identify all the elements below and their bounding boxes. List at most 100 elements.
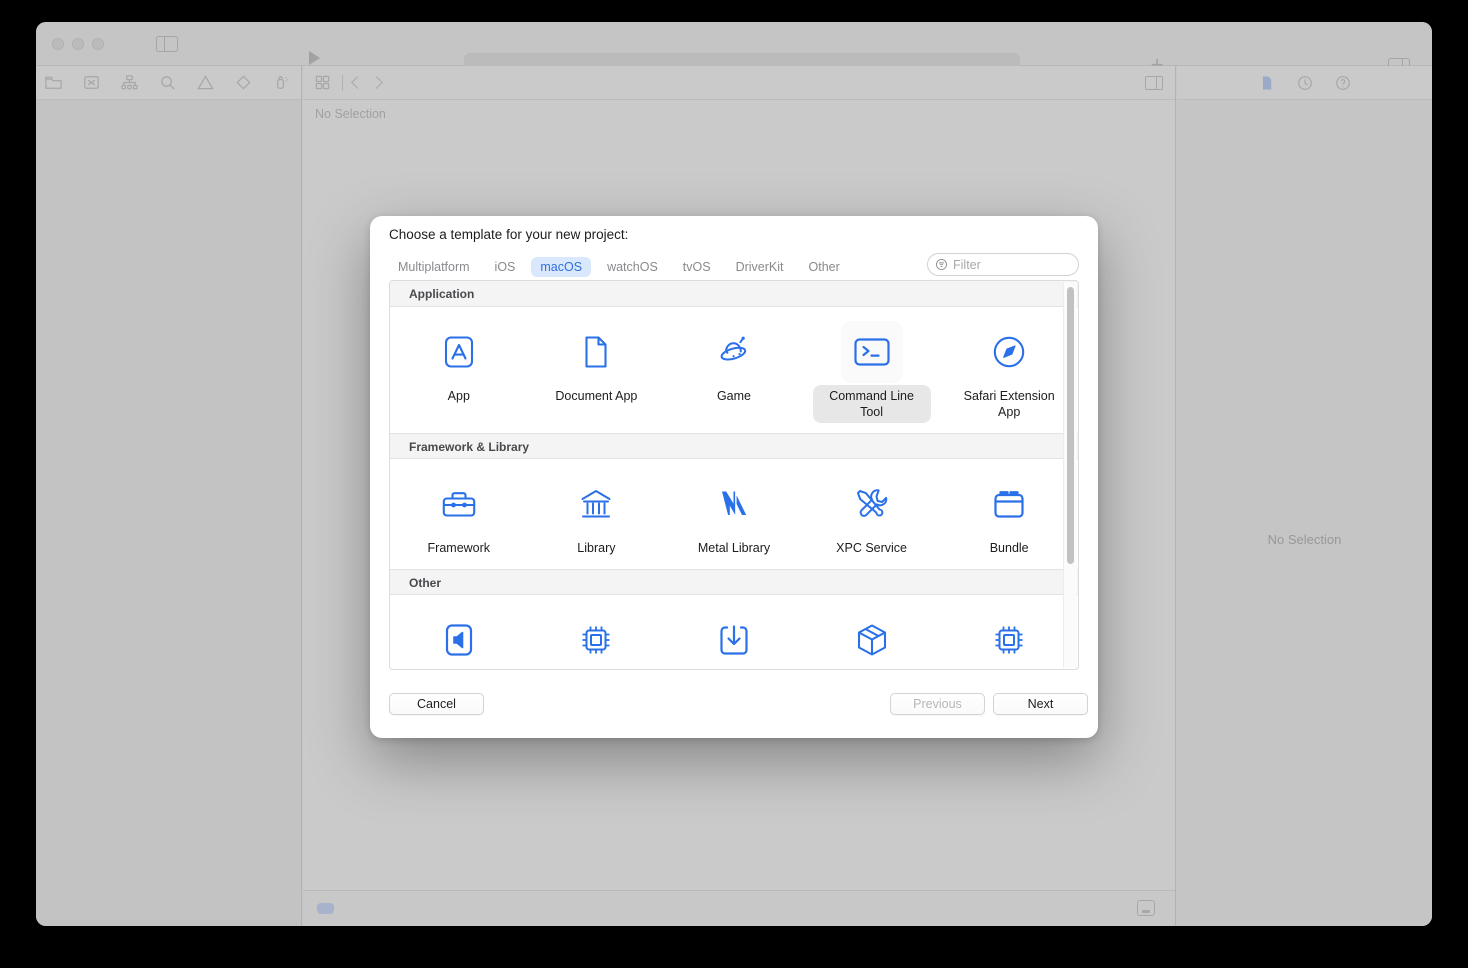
template-tile-app[interactable]: App [390,321,528,423]
bank-columns-icon [579,488,613,520]
template-label-app: App [437,385,481,407]
folder-icon[interactable] [44,73,63,92]
chip-icon-wrap-1 [565,609,627,670]
inspector-panel: No Selection [1177,66,1432,926]
metal-m-icon-wrap [703,473,765,535]
build-status-pill[interactable] [317,903,334,914]
editor-no-selection-label: No Selection [315,102,386,126]
template-tile-command-line-tool[interactable]: Command Line Tool [803,321,941,423]
metal-m-icon [717,488,751,520]
template-list-scrollbar[interactable] [1063,282,1077,668]
jump-bar-divider [342,75,343,91]
platform-tab-bar: Multiplatform iOS macOS watchOS tvOS Dri… [389,252,1079,281]
navigator-panel [36,66,302,926]
template-tile-system-extension[interactable] [940,609,1078,670]
template-label-library: Library [566,537,626,559]
template-tile-xpc-service[interactable]: XPC Service [803,473,941,559]
safari-compass-icon-wrap [978,321,1040,383]
platform-tab-multiplatform[interactable]: Multiplatform [389,257,479,277]
traffic-light-buttons[interactable] [52,38,104,50]
file-inspector-icon[interactable] [1258,74,1276,92]
template-tile-safari-extension-app[interactable]: Safari Extension App [940,321,1078,423]
bundle-box-icon-wrap [978,473,1040,535]
ufo-icon [715,335,753,369]
inspector-no-selection-label: No Selection [1177,532,1432,547]
template-label-bundle: Bundle [979,537,1040,559]
audio-unit-icon [443,623,475,657]
cancel-button[interactable]: Cancel [389,693,484,715]
template-tile-game[interactable]: Game [665,321,803,423]
previous-button[interactable]: Previous [890,693,985,715]
template-grid-other [390,595,1078,670]
template-tile-audio-unit-extension[interactable] [390,609,528,670]
zoom-window-button[interactable] [92,38,104,50]
template-tile-framework[interactable]: Framework [390,473,528,559]
platform-tab-tvos[interactable]: tvOS [674,257,720,277]
platform-tab-other[interactable]: Other [800,257,849,277]
minimize-window-button[interactable] [72,38,84,50]
template-label-command-line-tool: Command Line Tool [813,385,931,423]
chip-icon [579,623,613,657]
sidebar-toggle-icon[interactable] [156,36,178,52]
template-tile-library[interactable]: Library [528,473,666,559]
safari-compass-icon [992,335,1026,369]
wrench-screwdriver-icon-wrap [841,473,903,535]
chip-icon-wrap-2 [978,609,1040,670]
forward-chevron-icon[interactable] [370,76,383,89]
terminal-icon-wrap [841,321,903,383]
platform-tab-macos[interactable]: macOS [531,257,591,277]
template-tile-driver-extension[interactable] [528,609,666,670]
template-tile-swift-package[interactable] [803,609,941,670]
source-control-icon[interactable] [82,73,101,92]
template-list-scrollbar-thumb[interactable] [1067,287,1074,564]
template-label-game: Game [706,385,762,407]
console-toggle-icon[interactable] [1137,900,1155,916]
template-label-safari-extension-app: Safari Extension App [950,385,1068,423]
section-header-framework-library: Framework & Library [390,433,1078,459]
editor-options-icon[interactable] [1145,76,1163,90]
ufo-icon-wrap [703,321,765,383]
back-chevron-icon[interactable] [351,76,364,89]
app-store-icon-wrap [428,321,490,383]
test-icon[interactable] [234,73,253,92]
template-label-framework: Framework [417,537,502,559]
template-tile-bundle[interactable]: Bundle [940,473,1078,559]
package-cube-icon-wrap [841,609,903,670]
inspector-toolbar [1177,66,1432,100]
toolbox-icon [441,489,477,519]
history-inspector-icon[interactable] [1296,74,1314,92]
close-window-button[interactable] [52,38,64,50]
search-icon[interactable] [158,73,177,92]
new-project-template-sheet: Choose a template for your new project: … [370,216,1098,738]
wrench-screwdriver-icon [855,487,889,521]
import-tray-icon [718,623,750,657]
toolbox-icon-wrap [428,473,490,535]
template-tile-metal-library[interactable]: Metal Library [665,473,803,559]
platform-tab-driverkit[interactable]: DriverKit [727,257,793,277]
section-header-application: Application [390,281,1078,307]
template-tile-document-app[interactable]: Document App [528,321,666,423]
template-tile-import-extension[interactable] [665,609,803,670]
platform-tab-watchos[interactable]: watchOS [598,257,667,277]
import-tray-icon-wrap [703,609,765,670]
grid-icon[interactable] [313,73,332,92]
status-bar [303,890,1175,926]
run-icon[interactable] [309,51,320,65]
debug-icon[interactable] [272,73,291,92]
quick-help-icon[interactable] [1334,74,1352,92]
warning-icon[interactable] [196,73,215,92]
template-label-metal-library: Metal Library [687,537,781,559]
app-store-icon [442,335,476,369]
template-list[interactable]: Application App [389,280,1079,670]
bank-columns-icon-wrap [565,473,627,535]
template-label-xpc-service: XPC Service [825,537,918,559]
filter-placeholder: Filter [953,258,981,272]
next-button[interactable]: Next [993,693,1088,715]
symbol-hierarchy-icon[interactable] [120,73,139,92]
template-grid-framework-library: Framework Library [390,459,1078,569]
platform-tab-ios[interactable]: iOS [486,257,525,277]
sheet-title: Choose a template for your new project: [389,227,628,242]
bundle-box-icon [992,488,1026,520]
filter-icon [935,258,948,271]
filter-input[interactable]: Filter [927,253,1079,276]
